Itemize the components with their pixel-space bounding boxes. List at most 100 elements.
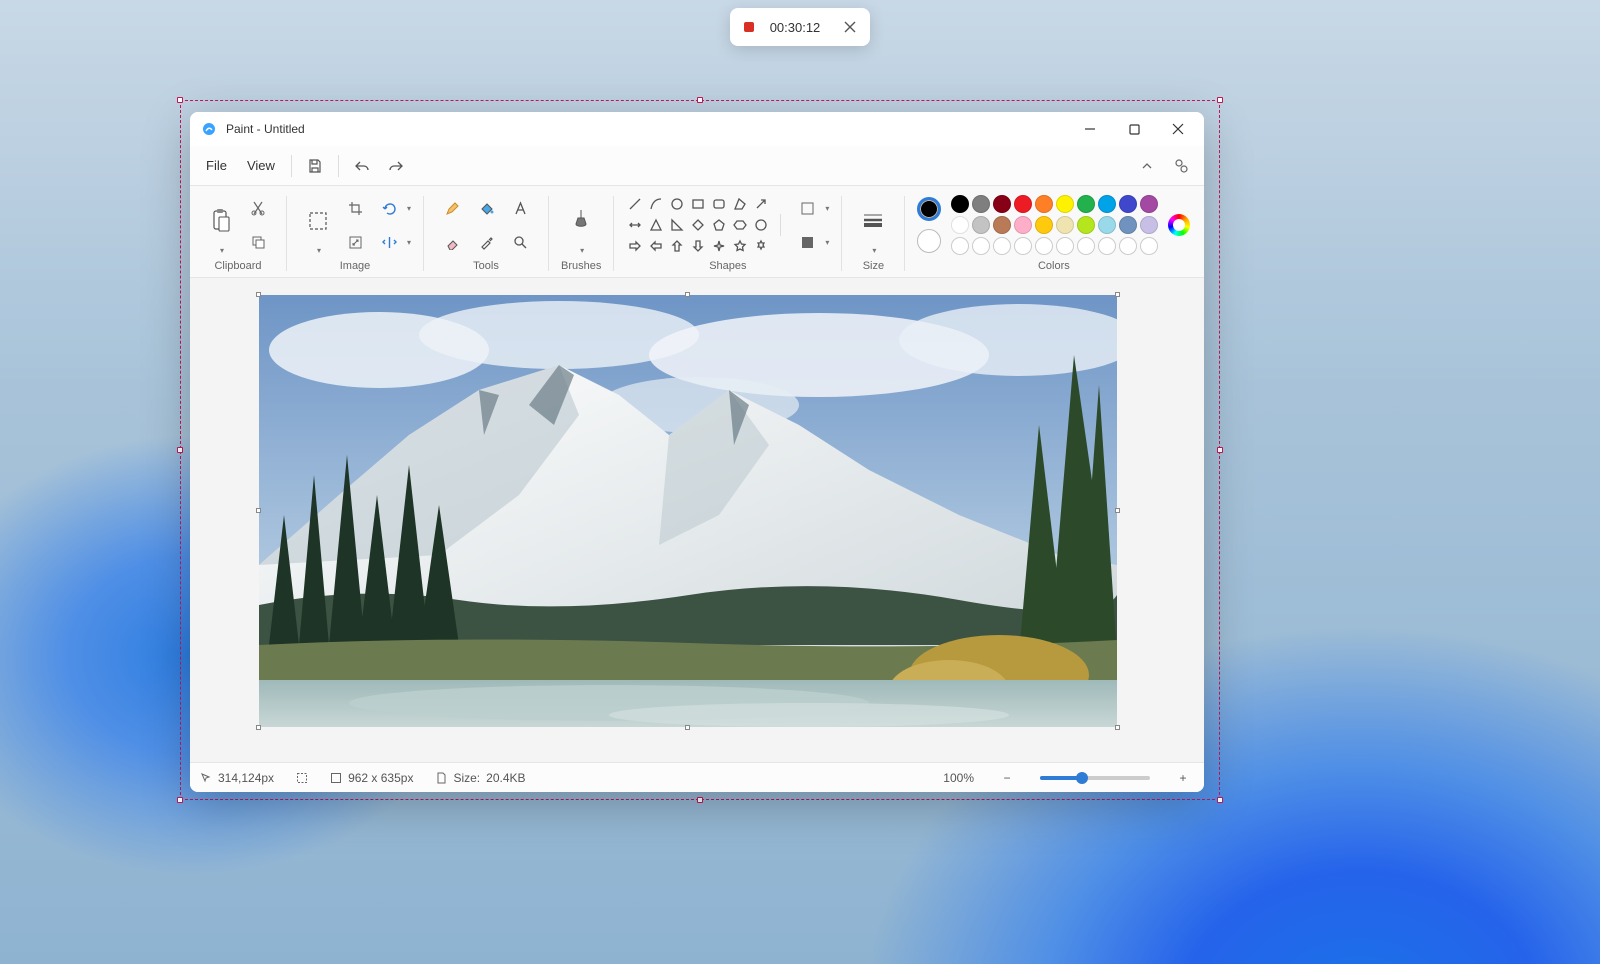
group-brushes: ▾ Brushes: [557, 192, 605, 275]
menu-file[interactable]: File: [196, 152, 237, 179]
color-swatch[interactable]: [1140, 195, 1158, 213]
color-swatch-empty[interactable]: [951, 237, 969, 255]
screen-recording-bar: 00:30:12: [730, 8, 870, 46]
brushes-button[interactable]: [562, 196, 600, 246]
window-maximize-button[interactable]: [1112, 113, 1156, 145]
shape-arrow-left[interactable]: [647, 237, 665, 255]
color-swatch-empty[interactable]: [1056, 237, 1074, 255]
paste-button[interactable]: [202, 196, 240, 246]
text-tool[interactable]: [504, 193, 536, 223]
dimensions-icon: [330, 772, 342, 784]
shape-star-5[interactable]: [731, 237, 749, 255]
color-swatch[interactable]: [1056, 195, 1074, 213]
undo-button[interactable]: [345, 149, 379, 183]
settings-icon[interactable]: [1164, 149, 1198, 183]
shape-arrow-right-up[interactable]: [752, 195, 770, 213]
edit-colors-button[interactable]: [1168, 214, 1190, 236]
shape-triangle[interactable]: [647, 216, 665, 234]
shape-rounded-rectangle[interactable]: [710, 195, 728, 213]
crop-button[interactable]: [339, 193, 371, 223]
shapes-gallery: [626, 195, 770, 255]
color-swatch[interactable]: [1056, 216, 1074, 234]
shape-line[interactable]: [626, 195, 644, 213]
canvas-area[interactable]: [190, 278, 1204, 762]
color-swatch[interactable]: [1119, 216, 1137, 234]
color-picker-tool[interactable]: [470, 227, 502, 257]
pencil-tool[interactable]: [436, 193, 468, 223]
group-shapes: ▾ ▾ Shapes: [622, 192, 833, 275]
shape-rectangle[interactable]: [689, 195, 707, 213]
status-dimensions: 962 x 635px: [348, 771, 413, 785]
resize-button[interactable]: [339, 227, 371, 257]
color-swatch[interactable]: [1077, 195, 1095, 213]
chevron-down-icon[interactable]: ▾: [580, 246, 584, 255]
shape-fill-button[interactable]: [791, 227, 823, 257]
zoom-slider[interactable]: [1040, 776, 1150, 780]
window-minimize-button[interactable]: [1068, 113, 1112, 145]
save-button[interactable]: [298, 149, 332, 183]
flip-button[interactable]: [373, 227, 405, 257]
color-swatch[interactable]: [1035, 195, 1053, 213]
rotate-button[interactable]: [373, 193, 405, 223]
cut-button[interactable]: [242, 193, 274, 223]
color-swatch[interactable]: [1014, 195, 1032, 213]
color-swatch[interactable]: [972, 195, 990, 213]
color-swatch[interactable]: [1098, 216, 1116, 234]
redo-button[interactable]: [379, 149, 413, 183]
fill-tool[interactable]: [470, 193, 502, 223]
shape-diamond[interactable]: [689, 216, 707, 234]
chevron-down-icon[interactable]: ▾: [220, 246, 224, 255]
shape-arrow-down[interactable]: [689, 237, 707, 255]
shape-pentagon[interactable]: [710, 216, 728, 234]
shape-oval[interactable]: [668, 195, 686, 213]
color-swatch-empty[interactable]: [1098, 237, 1116, 255]
color-swatch-empty[interactable]: [1077, 237, 1095, 255]
chevron-down-icon[interactable]: ▾: [317, 246, 321, 255]
collapse-ribbon-button[interactable]: [1130, 149, 1164, 183]
shape-arrow-left-right[interactable]: [626, 216, 644, 234]
color-swatch[interactable]: [1014, 216, 1032, 234]
recording-close-button[interactable]: [836, 13, 864, 41]
magnifier-tool[interactable]: [504, 227, 536, 257]
color-swatch[interactable]: [1077, 216, 1095, 234]
shape-polygon[interactable]: [731, 195, 749, 213]
color-swatch[interactable]: [1098, 195, 1116, 213]
record-icon: [744, 22, 754, 32]
zoom-in-button[interactable]: +: [1172, 767, 1194, 789]
shape-right-triangle[interactable]: [668, 216, 686, 234]
shape-curve[interactable]: [647, 195, 665, 213]
color-swatch[interactable]: [1119, 195, 1137, 213]
color-swatch[interactable]: [972, 216, 990, 234]
menu-view[interactable]: View: [237, 152, 285, 179]
eraser-tool[interactable]: [436, 227, 468, 257]
color-swatch-empty[interactable]: [1035, 237, 1053, 255]
color-swatch[interactable]: [993, 216, 1011, 234]
color-swatch[interactable]: [993, 195, 1011, 213]
size-button[interactable]: [854, 196, 892, 246]
color-swatch[interactable]: [1140, 216, 1158, 234]
canvas[interactable]: [259, 295, 1117, 727]
color-swatch-empty[interactable]: [1014, 237, 1032, 255]
shape-arrow-right[interactable]: [626, 237, 644, 255]
shape-arrow-up[interactable]: [668, 237, 686, 255]
color-swatch-empty[interactable]: [1119, 237, 1137, 255]
color-swatch[interactable]: [951, 216, 969, 234]
color-swatch[interactable]: [1035, 216, 1053, 234]
shape-hexagon[interactable]: [731, 216, 749, 234]
color-swatch-empty[interactable]: [972, 237, 990, 255]
color-1-swatch[interactable]: [917, 197, 941, 221]
shape-circle[interactable]: [752, 216, 770, 234]
zoom-out-button[interactable]: −: [996, 767, 1018, 789]
shape-star-6[interactable]: [752, 237, 770, 255]
copy-button[interactable]: [242, 227, 274, 257]
color-swatch[interactable]: [951, 195, 969, 213]
shape-outline-button[interactable]: [791, 193, 823, 223]
group-clipboard: ▾ Clipboard: [198, 192, 278, 275]
color-swatch-empty[interactable]: [993, 237, 1011, 255]
shape-star-4[interactable]: [710, 237, 728, 255]
color-2-swatch[interactable]: [917, 229, 941, 253]
select-button[interactable]: [299, 196, 337, 246]
color-swatch-empty[interactable]: [1140, 237, 1158, 255]
window-close-button[interactable]: [1156, 113, 1200, 145]
chevron-down-icon[interactable]: ▾: [872, 246, 876, 255]
